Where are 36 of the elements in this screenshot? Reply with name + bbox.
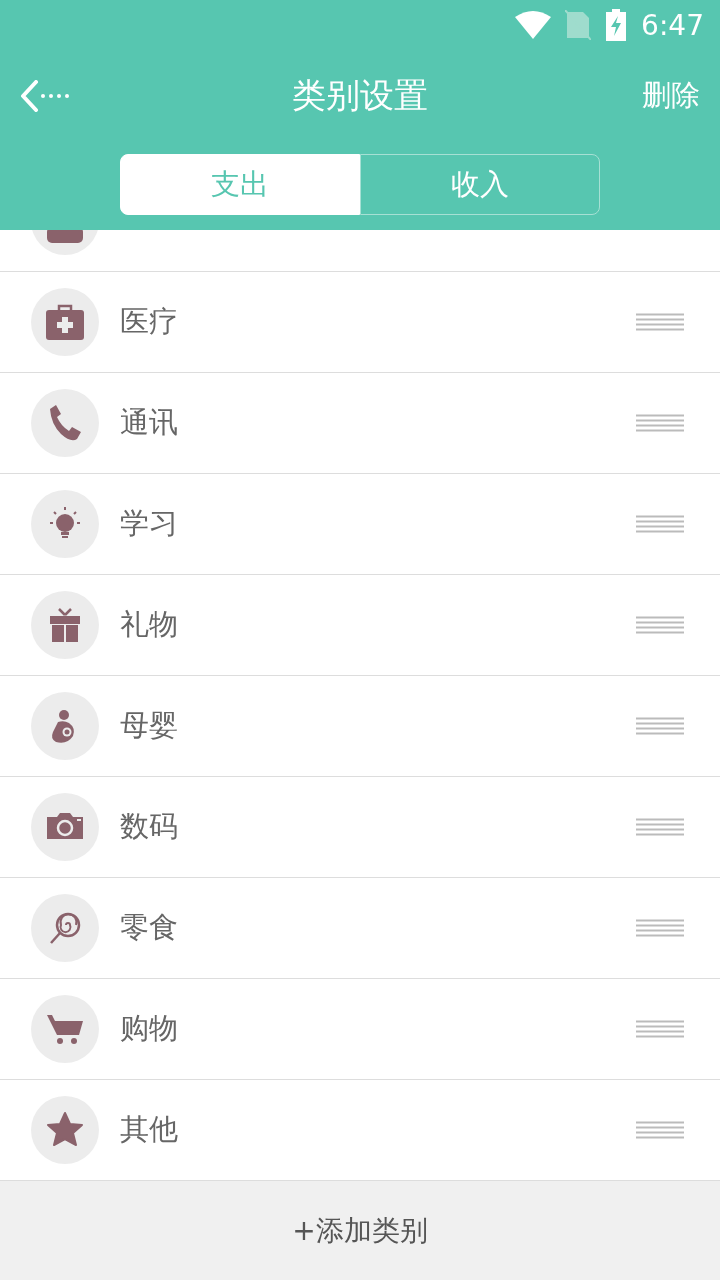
drag-handle-icon[interactable] <box>636 313 684 331</box>
lollipop-icon <box>31 894 99 962</box>
tab[interactable]: 支出 <box>120 154 360 215</box>
category-name: 购物 <box>120 1010 179 1047</box>
light-bulb-icon <box>31 490 99 558</box>
page-title: 类别设置 <box>292 74 428 117</box>
no-sim-icon <box>565 10 592 40</box>
category-name: 其他 <box>120 1111 179 1148</box>
back-icon[interactable] <box>20 80 70 112</box>
camera-icon <box>31 793 99 861</box>
wifi-icon <box>515 11 552 39</box>
tab[interactable]: 收入 <box>360 154 600 215</box>
shopping-cart-icon <box>31 995 99 1063</box>
medical-kit-icon <box>31 288 99 356</box>
drag-handle-icon[interactable] <box>636 919 684 937</box>
drag-handle-icon[interactable] <box>636 818 684 836</box>
gift-icon <box>31 591 99 659</box>
drag-handle-icon[interactable] <box>636 1121 684 1139</box>
category-name: 零食 <box>120 909 179 946</box>
status-time: 6:47 <box>641 8 704 42</box>
battery-icon <box>605 9 628 41</box>
delete-button[interactable]: 删除 <box>642 76 700 116</box>
category-name: 礼物 <box>120 606 179 643</box>
category-name: 数码 <box>120 808 179 845</box>
drag-handle-icon[interactable] <box>636 515 684 533</box>
category-name: 学习 <box>120 505 179 542</box>
phone-icon <box>31 389 99 457</box>
drag-handle-icon[interactable] <box>636 414 684 432</box>
add-category-button[interactable]: +添加类别 <box>0 1181 720 1280</box>
mother-baby-icon <box>31 692 99 760</box>
category-name: 母婴 <box>120 707 179 744</box>
drag-handle-icon[interactable] <box>636 616 684 634</box>
category-name: 医疗 <box>120 303 179 340</box>
drag-handle-icon[interactable] <box>636 717 684 735</box>
category-name: 通讯 <box>120 404 179 441</box>
drag-handle-icon[interactable] <box>636 1020 684 1038</box>
